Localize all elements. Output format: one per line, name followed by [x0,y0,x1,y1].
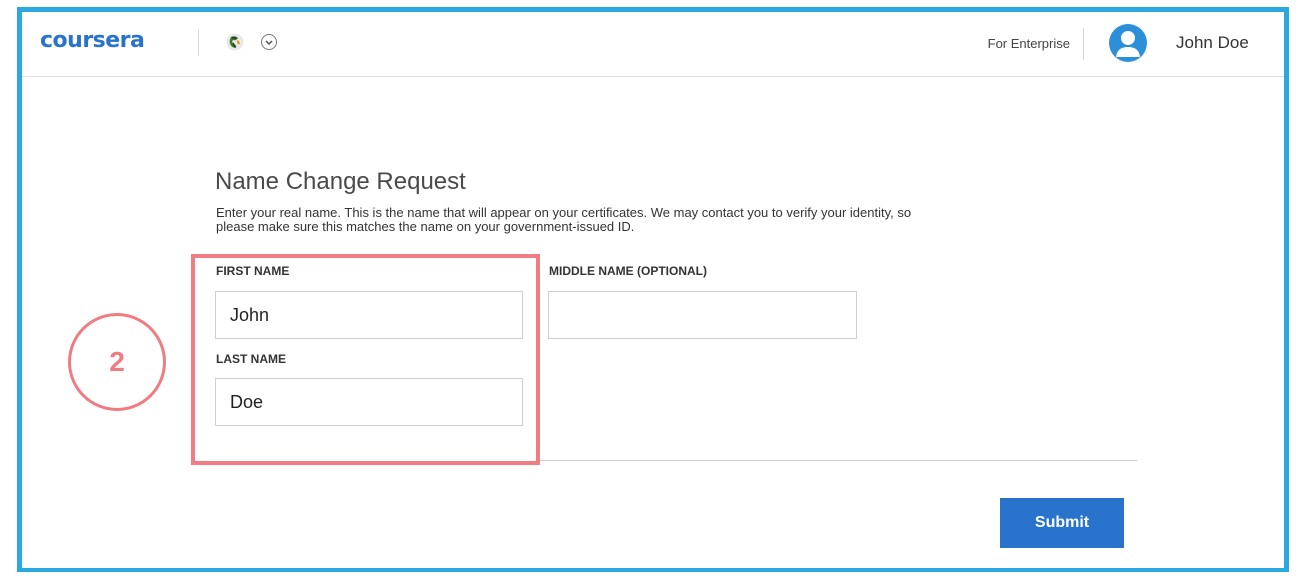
screenshot-frame [17,7,1289,572]
user-name[interactable]: John Doe [1176,33,1249,53]
user-avatar-icon[interactable] [1109,24,1147,62]
submit-button[interactable]: Submit [1000,498,1124,548]
form-description: Enter your real name. This is the name t… [216,205,912,234]
last-name-field[interactable] [215,378,523,426]
for-enterprise-link[interactable]: For Enterprise [988,36,1070,51]
step-number-badge: 2 [68,313,166,411]
top-header: coursera For Enterprise John Doe [22,12,1284,77]
form-divider [537,460,1137,461]
last-name-label: LAST NAME [216,352,286,366]
chevron-down-icon[interactable] [261,34,277,50]
coursera-logo[interactable]: coursera [40,28,145,53]
middle-name-field[interactable] [548,291,857,339]
language-globe-icon[interactable] [226,33,244,51]
first-name-field[interactable] [215,291,523,339]
page-title: Name Change Request [215,168,466,195]
middle-name-label: MIDDLE NAME (OPTIONAL) [549,264,707,278]
first-name-label: FIRST NAME [216,264,290,278]
header-divider [198,30,199,56]
header-divider-right [1083,28,1084,60]
